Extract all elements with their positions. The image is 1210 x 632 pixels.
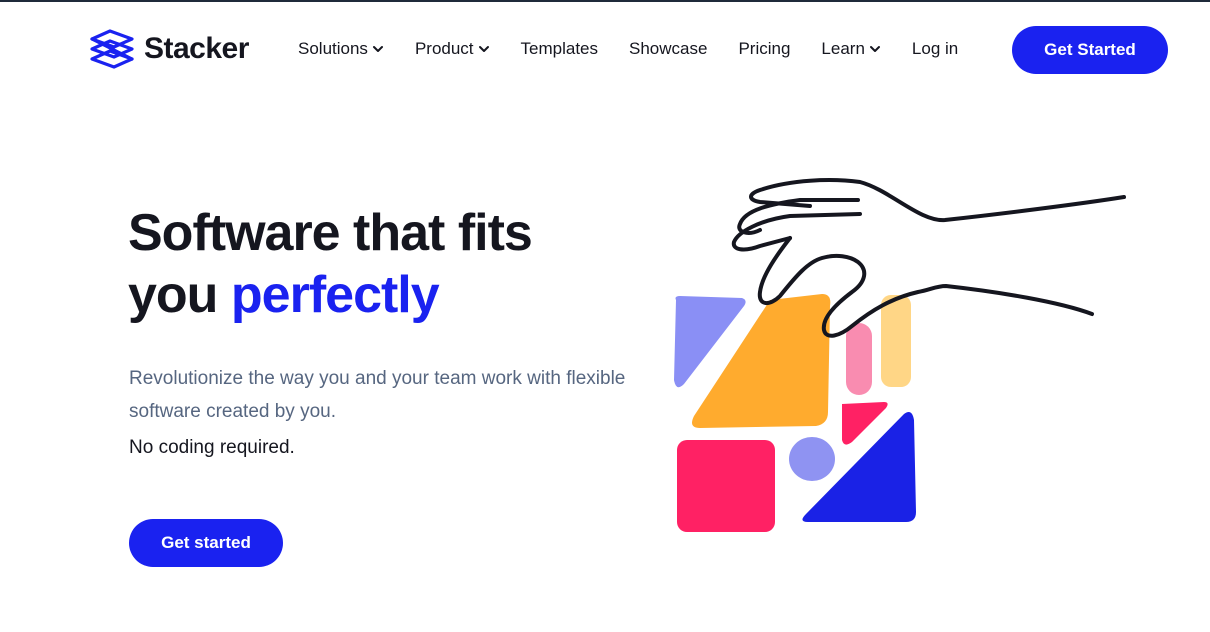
chevron-down-icon bbox=[372, 46, 383, 52]
main-menu: Solutions Product Templates Showcase Pri… bbox=[298, 32, 989, 66]
brand-logo[interactable]: Stacker bbox=[88, 24, 249, 74]
nav-item-label: Learn bbox=[821, 39, 865, 58]
nav-item-product[interactable]: Product bbox=[415, 39, 490, 59]
red-square-shape bbox=[677, 440, 775, 532]
hero-title-line2: you bbox=[128, 266, 231, 324]
nav-item-label: Templates bbox=[520, 39, 599, 58]
nav-item-label: Pricing bbox=[738, 39, 791, 58]
login-link[interactable]: Log in bbox=[912, 39, 958, 59]
login-label: Log in bbox=[911, 39, 959, 58]
get-started-hero-button[interactable]: Get started bbox=[129, 519, 283, 567]
hero-title: Software that fits you perfectly bbox=[128, 202, 648, 326]
nav-item-pricing[interactable]: Pricing bbox=[738, 39, 790, 59]
top-navigation: Stacker Solutions Product Templates Show… bbox=[0, 2, 1210, 96]
chevron-down-icon bbox=[478, 46, 489, 52]
lavender-circle-shape bbox=[789, 437, 835, 481]
nav-item-showcase[interactable]: Showcase bbox=[629, 39, 707, 59]
stacker-logo-icon bbox=[90, 29, 134, 69]
hero-subtitle: Revolutionize the way you and your team … bbox=[129, 368, 626, 422]
get-started-header-button[interactable]: Get Started bbox=[1012, 26, 1168, 74]
peach-pill-shape bbox=[881, 295, 911, 387]
nav-item-solutions[interactable]: Solutions bbox=[298, 39, 384, 59]
nav-item-label: Solutions bbox=[298, 39, 368, 58]
nav-item-label: Product bbox=[414, 39, 474, 58]
hero-title-accent: perfectly bbox=[230, 266, 440, 324]
nav-item-label: Showcase bbox=[629, 39, 708, 58]
hero-title-line1: Software that fits bbox=[128, 204, 533, 262]
nav-item-templates[interactable]: Templates bbox=[521, 39, 598, 59]
brand-name: Stacker bbox=[144, 32, 249, 65]
hero-note: No coding required. bbox=[129, 437, 295, 458]
nav-item-learn[interactable]: Learn bbox=[821, 39, 880, 59]
chevron-down-icon bbox=[869, 46, 880, 52]
pink-pill-shape bbox=[846, 323, 872, 395]
hand-stacking-shapes-illustration bbox=[674, 178, 1126, 532]
